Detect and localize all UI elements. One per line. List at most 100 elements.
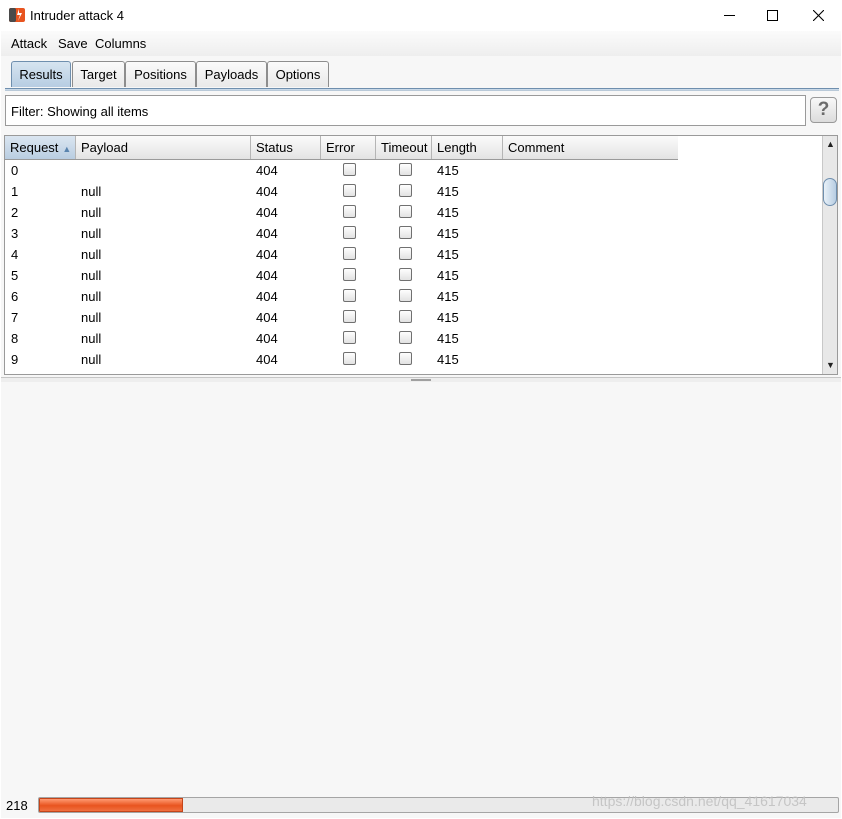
column-header-comment[interactable]: Comment <box>503 136 678 159</box>
timeout-checkbox[interactable] <box>399 247 412 260</box>
error-checkbox[interactable] <box>343 226 356 239</box>
timeout-checkbox[interactable] <box>399 184 412 197</box>
timeout-checkbox[interactable] <box>399 268 412 281</box>
menu-columns[interactable]: Columns <box>95 36 146 51</box>
table-row[interactable]: 0 404 415 <box>5 160 678 181</box>
column-header-timeout[interactable]: Timeout <box>376 136 432 159</box>
cell-payload: null <box>81 289 102 304</box>
cell-request: 1 <box>11 184 19 199</box>
close-icon <box>812 10 824 21</box>
cell-payload: null <box>81 184 102 199</box>
cell-payload: null <box>81 310 102 325</box>
cell-payload: null <box>81 247 102 262</box>
maximize-button[interactable] <box>749 0 795 31</box>
cell-request: 3 <box>11 226 19 241</box>
table-row[interactable]: 4 null 404 415 <box>5 244 678 265</box>
results-table: Request ▲ Payload Status Error Timeout Le… <box>4 135 838 375</box>
column-header-label: Request <box>10 140 59 155</box>
cell-status: 404 <box>256 163 278 178</box>
error-checkbox[interactable] <box>343 352 356 365</box>
cell-request: 7 <box>11 310 19 325</box>
scroll-down-icon[interactable]: ▼ <box>823 357 837 373</box>
maximize-icon <box>766 10 778 21</box>
column-header-error[interactable]: Error <box>321 136 376 159</box>
error-checkbox[interactable] <box>343 247 356 260</box>
cell-status: 404 <box>256 184 278 199</box>
error-checkbox[interactable] <box>343 331 356 344</box>
scrollbar-thumb[interactable] <box>823 178 837 206</box>
table-row[interactable]: 5 null 404 415 <box>5 265 678 286</box>
timeout-checkbox[interactable] <box>399 289 412 302</box>
table-body: 0 404 415 1 null 404 415 2 null 404 415 3 null 404 415… <box>5 160 678 370</box>
cell-payload: null <box>81 352 102 367</box>
help-button[interactable]: ? <box>810 97 837 123</box>
menu-bar: Attack Save Columns <box>1 31 841 56</box>
minimize-button[interactable] <box>706 0 752 31</box>
tab-options[interactable]: Options <box>267 61 329 87</box>
table-row[interactable]: 3 null 404 415 <box>5 223 678 244</box>
table-row[interactable]: 7 null 404 415 <box>5 307 678 328</box>
cell-length: 415 <box>437 310 459 325</box>
menu-attack[interactable]: Attack <box>11 36 47 51</box>
table-row[interactable]: 1 null 404 415 <box>5 181 678 202</box>
cell-request: 4 <box>11 247 19 262</box>
scroll-up-icon[interactable]: ▲ <box>823 136 837 152</box>
filter-text: Filter: Showing all items <box>11 104 149 119</box>
cell-request: 5 <box>11 268 19 283</box>
error-checkbox[interactable] <box>343 205 356 218</box>
cell-status: 404 <box>256 205 278 220</box>
filter-bar[interactable]: Filter: Showing all items <box>5 95 806 126</box>
column-header-status[interactable]: Status <box>251 136 321 159</box>
tab-positions[interactable]: Positions <box>125 61 196 87</box>
cell-length: 415 <box>437 352 459 367</box>
timeout-checkbox[interactable] <box>399 310 412 323</box>
cell-request: 8 <box>11 331 19 346</box>
cell-request: 2 <box>11 205 19 220</box>
cell-length: 415 <box>437 184 459 199</box>
column-header-length[interactable]: Length <box>432 136 503 159</box>
vertical-scrollbar[interactable]: ▲ ▼ <box>822 136 837 374</box>
burp-app-icon <box>9 8 25 22</box>
request-count: 218 <box>6 798 28 813</box>
cell-length: 415 <box>437 163 459 178</box>
cell-status: 404 <box>256 226 278 241</box>
table-row[interactable]: 2 null 404 415 <box>5 202 678 223</box>
cell-request: 0 <box>11 163 19 178</box>
table-header: Request ▲ Payload Status Error Timeout Le… <box>5 136 678 160</box>
tab-target[interactable]: Target <box>72 61 125 87</box>
cell-payload: null <box>81 226 102 241</box>
window-title: Intruder attack 4 <box>30 8 124 23</box>
tab-payloads[interactable]: Payloads <box>196 61 267 87</box>
tab-strip: Results Target Positions Payloads Option… <box>1 56 841 89</box>
timeout-checkbox[interactable] <box>399 205 412 218</box>
tab-results[interactable]: Results <box>11 61 71 87</box>
timeout-checkbox[interactable] <box>399 352 412 365</box>
error-checkbox[interactable] <box>343 184 356 197</box>
window-client: Attack Save Columns Results Target Posit… <box>1 31 841 818</box>
cell-request: 9 <box>11 352 19 367</box>
table-row[interactable]: 6 null 404 415 <box>5 286 678 307</box>
minimize-icon <box>723 15 735 16</box>
table-row[interactable]: 9 null 404 415 <box>5 349 678 370</box>
cell-status: 404 <box>256 289 278 304</box>
cell-length: 415 <box>437 226 459 241</box>
timeout-checkbox[interactable] <box>399 226 412 239</box>
cell-payload: null <box>81 331 102 346</box>
timeout-checkbox[interactable] <box>399 163 412 176</box>
error-checkbox[interactable] <box>343 310 356 323</box>
column-header-payload[interactable]: Payload <box>76 136 251 159</box>
progress-fill <box>39 798 183 812</box>
close-button[interactable] <box>795 0 841 31</box>
tab-underline <box>5 88 839 91</box>
column-header-request[interactable]: Request ▲ <box>5 136 76 159</box>
menu-save[interactable]: Save <box>58 36 88 51</box>
error-checkbox[interactable] <box>343 268 356 281</box>
cell-length: 415 <box>437 289 459 304</box>
error-checkbox[interactable] <box>343 163 356 176</box>
timeout-checkbox[interactable] <box>399 331 412 344</box>
pane-splitter[interactable] <box>1 377 841 382</box>
cell-status: 404 <box>256 268 278 283</box>
table-row[interactable]: 8 null 404 415 <box>5 328 678 349</box>
error-checkbox[interactable] <box>343 289 356 302</box>
cell-status: 404 <box>256 310 278 325</box>
